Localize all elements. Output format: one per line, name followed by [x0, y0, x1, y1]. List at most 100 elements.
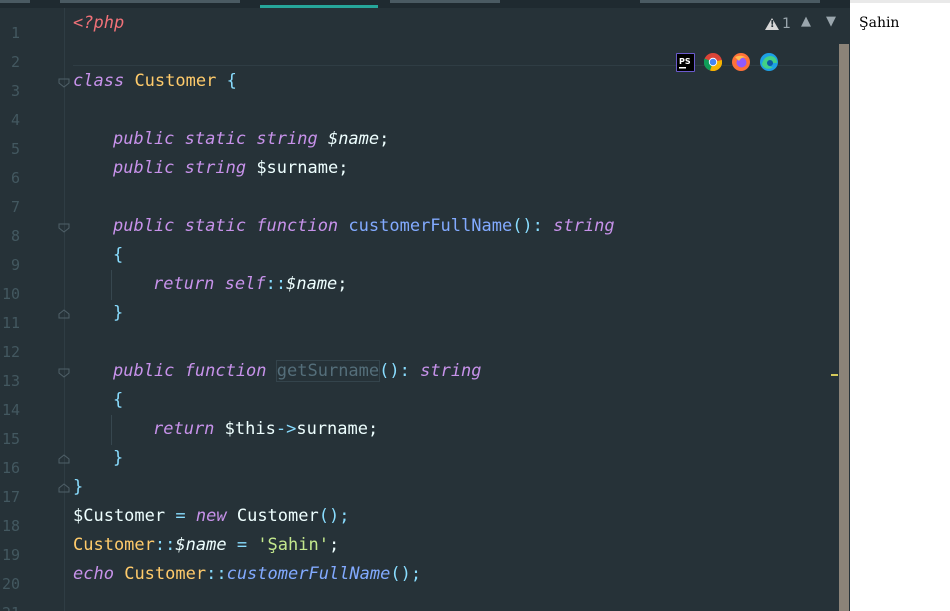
tab[interactable]	[60, 0, 240, 3]
code-editor[interactable]: 1 2 3 4 5 6 7 8 9 10 11 12 13 14 15 16 1…	[0, 0, 850, 611]
variable: $Customer	[73, 506, 166, 526]
code-line-6[interactable]: public string $surname;	[113, 158, 348, 178]
brace: {	[113, 390, 124, 410]
fold-close-icon[interactable]	[58, 483, 70, 493]
brace: }	[113, 448, 124, 468]
code-line-8[interactable]: public static function customerFullName(…	[113, 216, 615, 236]
line-number: 18	[1, 517, 20, 535]
string-literal: 'Şahin'	[257, 535, 329, 555]
code-line-11[interactable]: }	[113, 303, 123, 323]
parens: ():	[379, 361, 410, 381]
class-name: Customer	[134, 71, 217, 91]
line-number: 20	[1, 575, 20, 593]
operator: ::	[154, 535, 176, 555]
scrollbar-thumb[interactable]	[839, 44, 849, 611]
edge-icon[interactable]	[760, 53, 778, 71]
self-keyword: self	[224, 274, 266, 294]
line-number: 16	[1, 459, 20, 477]
keyword: echo	[73, 564, 114, 584]
operator: ::	[265, 274, 287, 294]
output-top-bar	[850, 0, 950, 3]
chrome-icon[interactable]	[703, 53, 723, 72]
code-line-10[interactable]: return self::$name;	[153, 274, 348, 294]
line-number: 5	[10, 140, 20, 158]
code-line-16[interactable]: }	[113, 448, 123, 468]
line-number: 12	[1, 343, 20, 361]
variable: $name	[175, 535, 227, 555]
code-line-20[interactable]: echo Customer::customerFullName();	[73, 564, 421, 584]
code-line-3[interactable]: class Customer {	[73, 71, 237, 91]
line-number: 8	[10, 227, 20, 245]
code-line-13[interactable]: public function getSurname(): string	[113, 360, 482, 382]
code-line-1[interactable]: <?php	[73, 13, 124, 33]
keyword: return	[153, 419, 215, 439]
variable: $name	[327, 129, 380, 149]
browser-output-pane: Şahin	[850, 0, 950, 611]
line-number: 9	[10, 256, 20, 274]
code-line-18[interactable]: $Customer = new Customer();	[73, 506, 349, 526]
class-name: Customer	[236, 506, 319, 526]
svg-text:PS: PS	[679, 57, 691, 66]
operator: ->	[275, 419, 297, 439]
code-line-14[interactable]: {	[113, 390, 123, 410]
chevron-up-icon[interactable]: ▲	[801, 14, 811, 29]
property: surname	[296, 419, 368, 439]
editor-tab-bar[interactable]	[0, 0, 850, 8]
return-type: string	[553, 216, 615, 236]
line-number: 17	[1, 488, 20, 506]
fold-close-icon[interactable]	[58, 309, 70, 319]
keyword: public static function	[113, 216, 339, 236]
code-line-19[interactable]: Customer::$name = 'Şahin';	[73, 535, 339, 555]
tab[interactable]	[390, 0, 500, 3]
class-name: Customer	[124, 564, 207, 584]
indent-guide	[111, 270, 112, 300]
scrollbar-warning-marker[interactable]	[831, 374, 838, 376]
semicolon: ;	[379, 129, 390, 149]
keyword: public static string	[113, 129, 318, 149]
inspection-widget[interactable]: 1	[765, 16, 791, 32]
parens: ();	[390, 564, 422, 584]
semicolon: ;	[338, 158, 349, 178]
tab[interactable]	[640, 0, 820, 3]
class-name: Customer	[73, 535, 155, 555]
operator: =	[236, 535, 248, 555]
line-number: 6	[10, 169, 20, 187]
code-line-5[interactable]: public static string $name;	[113, 129, 389, 149]
php-open-tag: <?php	[73, 13, 125, 33]
semicolon: ;	[337, 274, 348, 294]
variable: $surname	[256, 158, 339, 178]
operator: ::	[206, 564, 227, 584]
fold-open-icon[interactable]	[58, 368, 70, 378]
brace: }	[113, 303, 124, 323]
fold-open-icon[interactable]	[58, 78, 70, 88]
line-number-gutter: 1 2 3 4 5 6 7 8 9 10 11 12 13 14 15 16 1…	[0, 8, 62, 611]
tab-active-indicator[interactable]	[260, 5, 378, 8]
keyword: public function	[113, 361, 267, 381]
phpstorm-icon[interactable]: PS	[676, 53, 695, 72]
method-separator	[73, 65, 838, 66]
line-number: 4	[10, 111, 20, 129]
tab[interactable]	[0, 0, 30, 3]
this-variable: $this	[224, 419, 276, 439]
keyword: return	[153, 274, 215, 294]
variable: $name	[286, 274, 338, 294]
code-line-15[interactable]: return $this->surname;	[153, 419, 378, 439]
brace: }	[73, 477, 84, 497]
keyword: public string	[113, 158, 247, 178]
code-line-17[interactable]: }	[73, 477, 83, 497]
fold-close-icon[interactable]	[58, 454, 70, 464]
chevron-down-icon[interactable]: ▼	[826, 14, 836, 29]
line-number: 10	[1, 285, 20, 303]
function-name: customerFullName	[226, 564, 391, 584]
firefox-icon[interactable]	[732, 53, 750, 71]
line-number: 19	[1, 546, 20, 564]
semicolon: ;	[368, 419, 379, 439]
indent-guide	[111, 415, 112, 445]
line-number: 13	[1, 372, 20, 390]
unused-function-name: getSurname	[275, 360, 381, 382]
line-number: 21	[0, 604, 20, 611]
warning-count: 1	[782, 16, 791, 32]
code-line-9[interactable]: {	[113, 245, 123, 265]
fold-open-icon[interactable]	[58, 223, 70, 233]
operator: =	[175, 506, 186, 526]
